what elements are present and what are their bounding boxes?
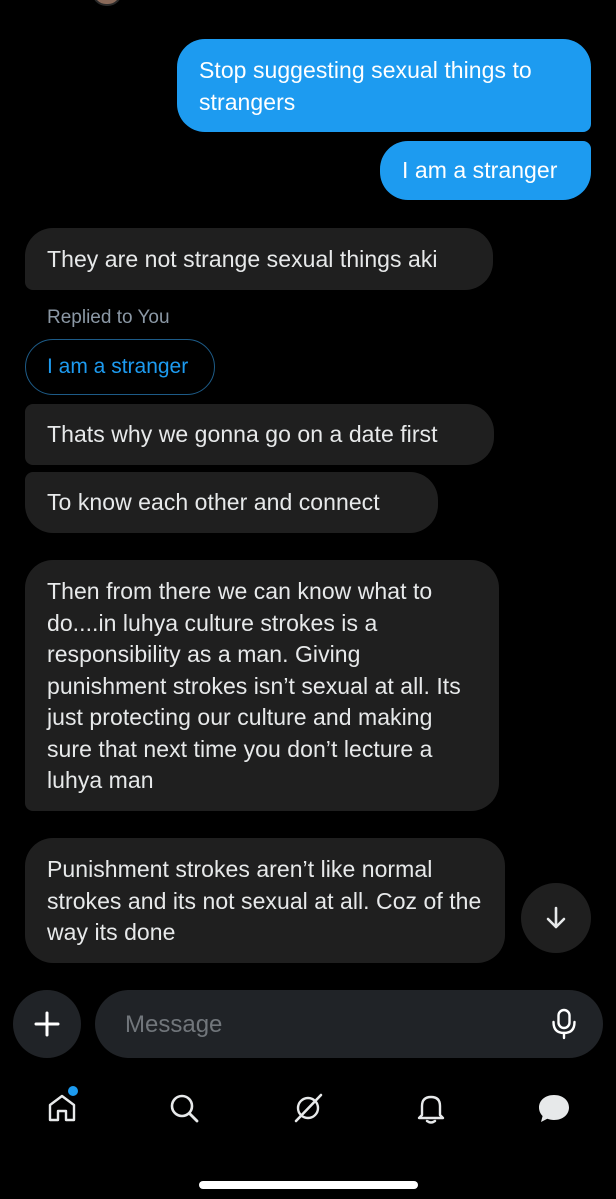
grok-icon — [294, 1093, 323, 1123]
microphone-icon — [552, 1008, 576, 1040]
message-input-container[interactable] — [95, 990, 603, 1060]
message-bubble-outgoing[interactable]: Stop suggesting sexual things to strange… — [177, 39, 591, 132]
message-text: Punishment strokes aren’t like normal st… — [47, 856, 482, 945]
message-text: Then from there we can know what to do..… — [47, 578, 461, 793]
message-text: To know each other and connect — [47, 489, 380, 515]
message-text: I am a stranger — [402, 157, 558, 183]
reply-quote-chip[interactable]: I am a stranger — [25, 339, 215, 395]
bell-icon — [417, 1095, 445, 1124]
message-bubble-incoming[interactable]: They are not strange sexual things aki — [25, 228, 493, 290]
message-bubble-incoming[interactable]: To know each other and connect — [25, 472, 438, 533]
message-input[interactable] — [123, 990, 527, 1060]
message-bubble-outgoing[interactable]: I am a stranger — [380, 141, 591, 200]
tab-notifications[interactable] — [411, 1088, 451, 1128]
voice-message-button[interactable] — [547, 1007, 581, 1041]
home-indicator — [199, 1181, 418, 1189]
arrow-down-icon — [546, 906, 566, 929]
message-bubble-incoming[interactable]: Punishment strokes aren’t like normal st… — [25, 838, 505, 963]
tab-search[interactable] — [164, 1088, 204, 1128]
message-bubble-incoming[interactable]: Then from there we can know what to do..… — [25, 560, 499, 811]
notification-dot — [68, 1086, 78, 1096]
tab-grok[interactable] — [288, 1088, 328, 1128]
messages-icon — [539, 1095, 569, 1122]
search-icon — [170, 1094, 199, 1123]
tab-messages[interactable] — [534, 1088, 574, 1128]
message-text: Stop suggesting sexual things to strange… — [199, 57, 532, 115]
bottom-tab-bar — [0, 1080, 616, 1140]
scroll-to-bottom-button[interactable] — [521, 883, 591, 953]
home-icon — [48, 1094, 76, 1122]
avatar[interactable] — [92, 0, 122, 6]
message-text: They are not strange sexual things aki — [47, 246, 438, 272]
message-text: Thats why we gonna go on a date first — [47, 421, 438, 447]
reply-context-label: Replied to You — [47, 307, 170, 328]
attach-button[interactable] — [13, 990, 81, 1058]
plus-icon — [34, 1011, 60, 1037]
message-bubble-incoming[interactable]: Thats why we gonna go on a date first — [25, 404, 494, 465]
